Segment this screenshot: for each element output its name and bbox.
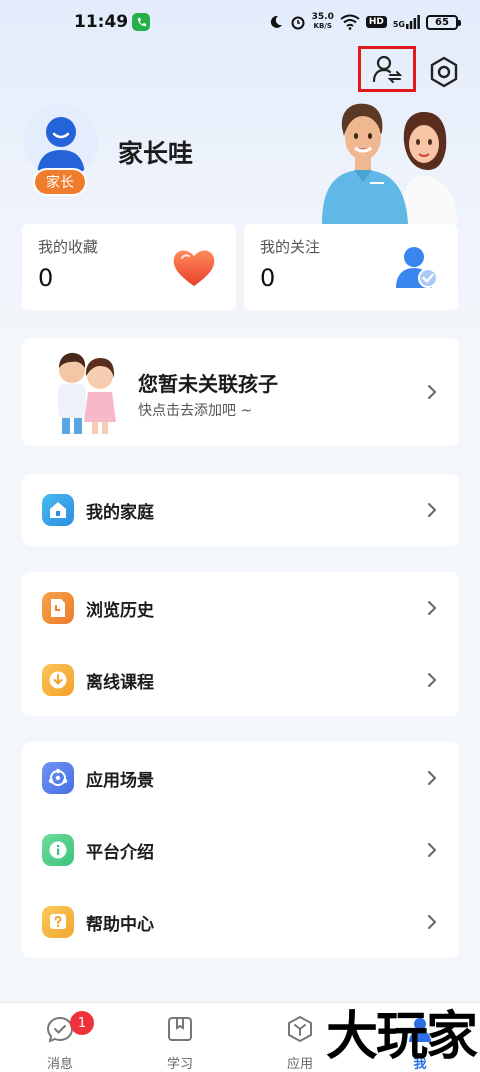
network-type: 5G <box>393 15 420 29</box>
nav-label-messages: 消息 <box>46 1057 73 1072</box>
parents-illustration <box>318 98 464 224</box>
status-time: 11:49 <box>74 12 129 32</box>
username: 家长哇 <box>118 139 194 168</box>
history-icon <box>42 592 74 624</box>
nav-messages[interactable]: 1 消息 <box>0 1003 120 1072</box>
follows-count: 0 <box>260 264 276 292</box>
menu-item-offline[interactable]: 离线课程 <box>22 644 459 716</box>
follows-card[interactable]: 我的关注 0 <box>244 224 458 310</box>
hd-badge: HD <box>365 16 387 28</box>
status-bar: 11:49 35.0 KB/S HD 5G 65 <box>0 0 480 44</box>
chevron-right-icon <box>428 843 437 857</box>
switch-account-button[interactable] <box>358 46 416 92</box>
status-icons: 35.0 KB/S HD 5G 65 <box>268 12 461 31</box>
battery-icon: 65 <box>426 14 461 30</box>
download-icon <box>42 664 74 696</box>
menu-item-scenes[interactable]: 应用场景 <box>22 742 459 814</box>
scene-hub-icon <box>42 762 74 794</box>
link-child-subtitle: 快点击去添加吧 ~ <box>138 403 253 419</box>
chevron-right-icon <box>428 771 437 785</box>
apps-cube-icon <box>288 1016 312 1042</box>
favorites-label: 我的收藏 <box>38 238 99 256</box>
chevron-right-icon <box>428 673 437 687</box>
link-child-title: 您暂未关联孩子 <box>138 372 278 396</box>
user-avatar-icon <box>37 117 85 178</box>
watermark: 大玩家 <box>326 1007 478 1067</box>
alarm-icon <box>291 16 305 30</box>
menu-label-scenes: 应用场景 <box>86 771 154 791</box>
followed-user-icon <box>392 244 440 290</box>
heart-icon <box>170 244 218 290</box>
link-child-card[interactable]: 您暂未关联孩子 快点击去添加吧 ~ <box>22 338 459 446</box>
menu-label-history: 浏览历史 <box>86 601 154 621</box>
signal-icon <box>406 15 420 29</box>
menu-label-offline: 离线课程 <box>86 673 154 693</box>
follows-label: 我的关注 <box>260 238 321 256</box>
chevron-right-icon <box>428 385 437 399</box>
menu-item-platform[interactable]: 平台介绍 <box>22 814 459 886</box>
call-icon <box>132 13 150 31</box>
info-icon <box>42 834 74 866</box>
family-card: 我的家庭 <box>22 474 459 546</box>
avatar[interactable] <box>24 104 98 178</box>
chevron-right-icon <box>428 503 437 517</box>
moon-icon <box>270 15 282 28</box>
switch-user-icon <box>372 55 402 83</box>
settings-button[interactable] <box>424 52 464 92</box>
book-icon <box>168 1017 192 1041</box>
info-card: 应用场景 平台介绍 帮助中心 <box>22 742 459 958</box>
role-badge: 家长 <box>33 168 87 196</box>
net-speed: 35.0 KB/S <box>311 12 334 31</box>
chevron-right-icon <box>428 915 437 929</box>
home-icon <box>42 494 74 526</box>
menu-item-history[interactable]: 浏览历史 <box>22 572 459 644</box>
favorites-count: 0 <box>38 264 54 292</box>
help-icon <box>42 906 74 938</box>
menu-label-platform: 平台介绍 <box>86 843 154 863</box>
chevron-right-icon <box>428 601 437 615</box>
menu-item-family[interactable]: 我的家庭 <box>22 474 459 546</box>
wifi-icon <box>340 14 360 30</box>
favorites-card[interactable]: 我的收藏 0 <box>22 224 236 310</box>
settings-hexagon-icon <box>430 56 458 88</box>
learning-card: 浏览历史 离线课程 <box>22 572 459 716</box>
children-illustration <box>50 350 140 436</box>
nav-label-study: 学习 <box>166 1057 193 1072</box>
nav-study[interactable]: 学习 <box>120 1003 240 1072</box>
menu-label-help: 帮助中心 <box>86 915 154 935</box>
menu-item-help[interactable]: 帮助中心 <box>22 886 459 958</box>
menu-label-family: 我的家庭 <box>86 503 154 523</box>
unread-badge: 1 <box>70 1011 94 1035</box>
